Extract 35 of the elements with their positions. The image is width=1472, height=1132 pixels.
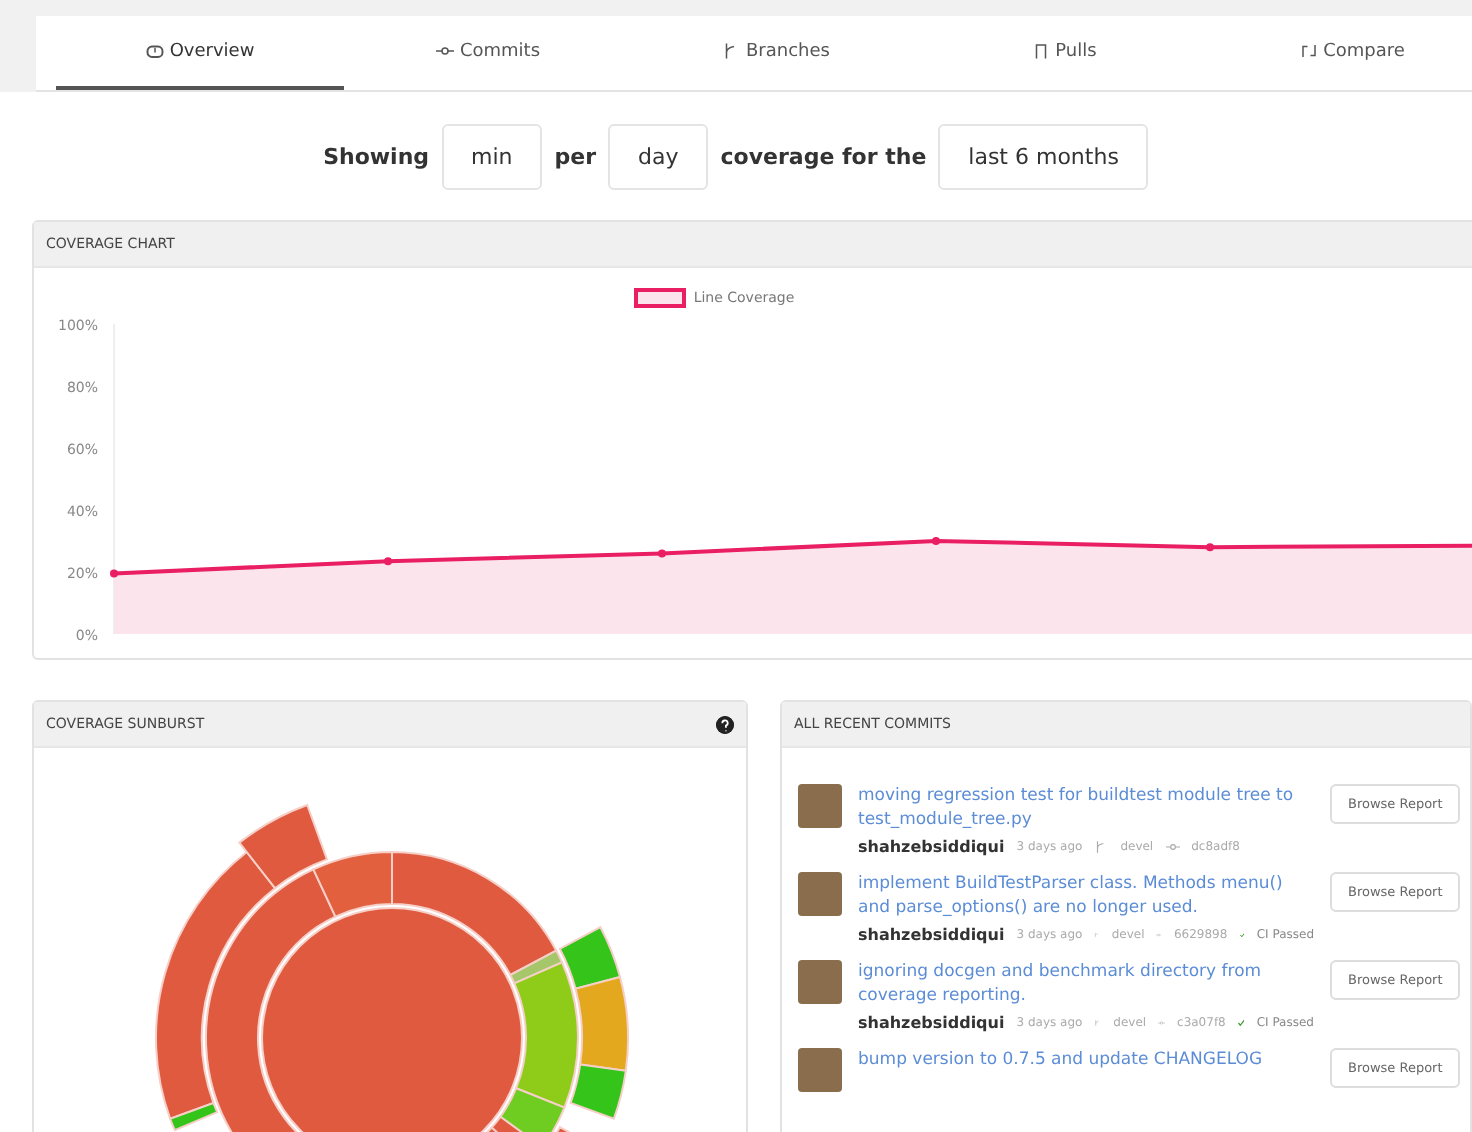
data-point	[658, 549, 666, 558]
branch-icon	[722, 42, 740, 60]
help-icon[interactable]	[716, 715, 734, 733]
interval-select[interactable]: day	[608, 123, 709, 189]
data-point	[932, 537, 940, 545]
commit-author: shahzebsiddiqui	[858, 926, 1005, 944]
commit-message-link[interactable]: ignoring docgen and benchmark directory from coverage reporting.	[858, 960, 1314, 1008]
tab[interactable]: Pulls	[920, 16, 1208, 90]
commit-author: shahzebsiddiqui	[858, 838, 1005, 856]
avatar-placeholder	[798, 960, 842, 1004]
branch-icon	[1094, 840, 1109, 854]
legend-swatch	[633, 288, 686, 308]
tab[interactable]: Overview	[56, 16, 344, 90]
branch-icon	[1094, 1016, 1102, 1030]
commit-message-link[interactable]: implement BuildTestParser class. Methods menu() and parse_options() are no longer used.	[858, 872, 1314, 920]
filter-label: per	[554, 143, 597, 169]
avatar-placeholder	[798, 1048, 842, 1092]
avatar-placeholder	[798, 784, 842, 828]
data-point	[1206, 543, 1214, 552]
data-point	[110, 569, 118, 578]
data-point	[384, 557, 392, 566]
method-select[interactable]: min	[441, 123, 543, 189]
filter-label: Showing	[323, 143, 430, 169]
compare-icon	[1299, 42, 1318, 60]
dashboard-icon	[145, 42, 164, 60]
tab[interactable]: Compare	[1208, 16, 1472, 90]
pull-icon	[1031, 42, 1050, 60]
avatar-placeholder	[798, 872, 842, 916]
tab[interactable]: Commits	[344, 16, 632, 90]
filter-label: coverage for the	[720, 143, 927, 169]
commit-author: shahzebsiddiqui	[858, 1014, 1005, 1032]
commit-icon	[1165, 840, 1180, 854]
range-select[interactable]: last 6 months	[938, 123, 1149, 189]
commit-icon	[435, 42, 454, 60]
tab[interactable]: Branches	[632, 16, 920, 90]
